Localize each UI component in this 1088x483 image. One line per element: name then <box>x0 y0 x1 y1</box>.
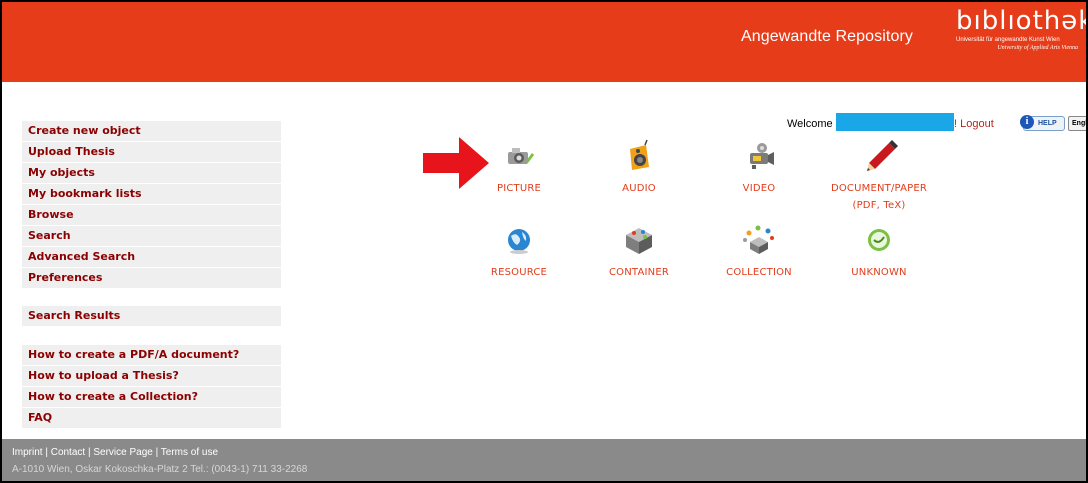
object-type-label: VIDEO <box>742 183 776 194</box>
object-type-audio[interactable]: AUDIO <box>574 139 704 197</box>
sidebar-results-nav: Search Results <box>22 306 281 327</box>
sidebar-item-my-objects[interactable]: My objects <box>22 163 281 183</box>
collection-icon <box>743 225 774 254</box>
object-type-picture[interactable]: PICTURE <box>454 139 584 197</box>
info-icon: i <box>1020 115 1034 129</box>
redacted-username <box>836 113 954 131</box>
sidebar-help-nav: How to create a PDF/A document? How to u… <box>22 345 281 429</box>
logo-subtitle-de: Universität für angewandte Kunst Wien <box>956 37 1060 43</box>
speaker-icon <box>630 139 649 170</box>
sidebar-item-create-new-object[interactable]: Create new object <box>22 121 281 141</box>
object-type-container[interactable]: CONTAINER <box>574 223 704 281</box>
pencil-icon <box>867 140 898 171</box>
footer: Imprint | Contact | Service Page | Terms… <box>2 439 1086 481</box>
logo-wordmark: bıblıothək <box>956 6 1088 36</box>
object-type-label: COLLECTION <box>726 267 792 278</box>
object-type-video[interactable]: VIDEO <box>694 139 824 197</box>
help-button[interactable]: i HELP <box>1020 115 1065 131</box>
sidebar-item-upload-thesis[interactable]: Upload Thesis <box>22 142 281 162</box>
sidebar-item-preferences[interactable]: Preferences <box>22 268 281 288</box>
object-type-label: UNKNOWN <box>851 267 907 278</box>
sidebar-main-nav: Create new object Upload Thesis My objec… <box>22 121 281 289</box>
sidebar-item-browse[interactable]: Browse <box>22 205 281 225</box>
unknown-icon <box>868 229 890 251</box>
sidebar-item-my-bookmark-lists[interactable]: My bookmark lists <box>22 184 281 204</box>
sidebar-item-search[interactable]: Search <box>22 226 281 246</box>
sidebar-item-howto-collection[interactable]: How to create a Collection? <box>22 387 281 407</box>
object-type-label: DOCUMENT/PAPER <box>830 183 928 194</box>
logout-link[interactable]: ! Logout <box>954 118 994 130</box>
header-bar: Angewandte Repository bıblıothək Univers… <box>2 2 1086 82</box>
object-type-collection[interactable]: COLLECTION <box>694 223 824 281</box>
language-select[interactable]: English <box>1068 116 1086 131</box>
object-type-label: PICTURE <box>496 183 542 194</box>
container-icon <box>626 228 652 254</box>
object-type-sublabel: (PDF, TeX) <box>852 200 906 211</box>
camera-icon <box>508 148 534 164</box>
object-type-label: RESOURCE <box>490 267 548 278</box>
object-type-unknown[interactable]: UNKNOWN <box>814 223 944 281</box>
page-frame: Angewandte Repository bıblıothək Univers… <box>0 0 1088 483</box>
sidebar-item-faq[interactable]: FAQ <box>22 408 281 428</box>
sidebar-item-advanced-search[interactable]: Advanced Search <box>22 247 281 267</box>
footer-links[interactable]: Imprint | Contact | Service Page | Terms… <box>12 447 218 458</box>
bibliothek-logo[interactable]: bıblıothək Universität für angewandte Ku… <box>956 6 1086 74</box>
help-label: HELP <box>1038 120 1057 127</box>
sidebar-item-howto-pdfa[interactable]: How to create a PDF/A document? <box>22 345 281 365</box>
object-type-label: AUDIO <box>622 183 656 194</box>
repository-title[interactable]: Angewandte Repository <box>741 28 913 46</box>
object-type-document-paper[interactable]: DOCUMENT/PAPER (PDF, TeX) <box>814 139 944 214</box>
welcome-label: Welcome <box>787 118 833 130</box>
object-type-resource[interactable]: RESOURCE <box>454 223 584 281</box>
sidebar-item-search-results[interactable]: Search Results <box>22 306 281 326</box>
object-type-label: CONTAINER <box>608 267 669 278</box>
globe-icon <box>508 229 530 254</box>
logo-subtitle-en: University of Applied Arts Vienna <box>997 45 1078 51</box>
footer-address: A-1010 Wien, Oskar Kokoschka-Platz 2 Tel… <box>12 464 308 475</box>
sidebar-item-howto-thesis[interactable]: How to upload a Thesis? <box>22 366 281 386</box>
film-reel-icon <box>750 143 774 169</box>
